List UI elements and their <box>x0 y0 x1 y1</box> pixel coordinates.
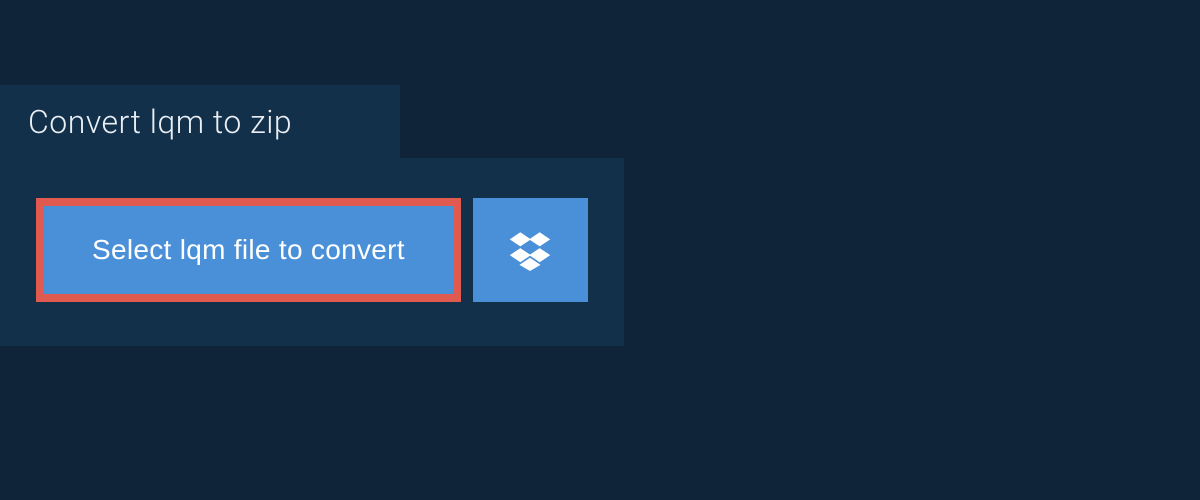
upload-panel: Select lqm file to convert <box>0 158 624 346</box>
dropbox-icon <box>508 227 552 274</box>
select-file-button[interactable]: Select lqm file to convert <box>36 198 461 302</box>
dropbox-button[interactable] <box>473 198 588 302</box>
select-file-label: Select lqm file to convert <box>92 234 405 266</box>
page-title: Convert lqm to zip <box>28 103 292 141</box>
page-title-tab: Convert lqm to zip <box>0 85 400 159</box>
